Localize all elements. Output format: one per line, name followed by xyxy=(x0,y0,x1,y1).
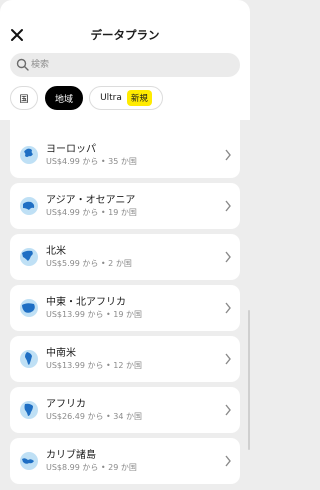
chevron-right-icon xyxy=(225,302,231,314)
filter-ultra[interactable]: Ultra 新規 xyxy=(89,86,163,110)
globe-europe-icon xyxy=(20,146,38,164)
plan-price: US$5.99 から • 2 か国 xyxy=(46,259,132,268)
plan-item-caribbean[interactable]: カリブ諸島 US$8.99 から • 29 か国 xyxy=(10,438,240,484)
globe-asia-icon xyxy=(20,197,38,215)
plan-item-middle-east-north-africa[interactable]: 中東・北アフリカ US$13.99 から • 19 か国 xyxy=(10,285,240,331)
plan-price: US$4.99 から • 19 か国 xyxy=(46,208,137,217)
search-icon xyxy=(16,58,29,71)
plan-name: 中東・北アフリカ xyxy=(46,297,126,308)
globe-north-america-icon xyxy=(20,248,38,266)
filter-region[interactable]: 地域 xyxy=(45,86,83,110)
globe-middle-east-icon xyxy=(20,299,38,317)
globe-caribbean-icon xyxy=(20,452,38,470)
plan-name: ヨーロッパ xyxy=(46,144,96,155)
chevron-right-icon xyxy=(225,149,231,161)
plan-item-africa[interactable]: アフリカ US$26.49 から • 34 か国 xyxy=(10,387,240,433)
plan-price: US$4.99 から • 35 か国 xyxy=(46,157,137,166)
filter-country-label: 国 xyxy=(19,94,29,105)
chevron-right-icon xyxy=(225,455,231,467)
plan-name: アジア・オセアニア xyxy=(46,195,136,206)
plan-name: 北米 xyxy=(46,246,66,257)
globe-latin-america-icon xyxy=(20,350,38,368)
filter-country[interactable]: 国 xyxy=(10,86,38,110)
chevron-right-icon xyxy=(225,200,231,212)
plan-name: カリブ諸島 xyxy=(46,450,96,461)
plan-name: アフリカ xyxy=(46,399,86,410)
search-input[interactable] xyxy=(31,56,231,74)
region-list[interactable]: ヨーロッパ US$4.99 から • 35 か国 アジア・オセアニア US$4.… xyxy=(0,120,250,490)
plan-price: US$8.99 から • 29 か国 xyxy=(46,463,137,472)
search-bar[interactable] xyxy=(10,53,240,77)
plan-name: 中南米 xyxy=(46,348,76,359)
plan-price: US$26.49 から • 34 か国 xyxy=(46,412,142,421)
page-title: データプラン xyxy=(90,28,160,42)
filter-ultra-label: Ultra xyxy=(100,93,122,103)
new-badge: 新規 xyxy=(126,90,152,106)
plan-item-europe[interactable]: ヨーロッパ US$4.99 から • 35 か国 xyxy=(10,132,240,178)
plan-item-latin-america[interactable]: 中南米 US$13.99 から • 12 か国 xyxy=(10,336,240,382)
scrollbar[interactable] xyxy=(248,310,250,450)
globe-africa-icon xyxy=(20,401,38,419)
plan-price: US$13.99 から • 12 か国 xyxy=(46,361,142,370)
filter-region-label: 地域 xyxy=(54,94,73,105)
chevron-right-icon xyxy=(225,251,231,263)
chevron-right-icon xyxy=(225,404,231,416)
header: データプラン 国 地域 Ultra 新規 xyxy=(0,0,250,120)
chevron-right-icon xyxy=(225,353,231,365)
plan-item-asia-oceania[interactable]: アジア・オセアニア US$4.99 から • 19 か国 xyxy=(10,183,240,229)
plan-price: US$13.99 から • 19 か国 xyxy=(46,310,142,319)
plan-item-north-america[interactable]: 北米 US$5.99 から • 2 か国 xyxy=(10,234,240,280)
